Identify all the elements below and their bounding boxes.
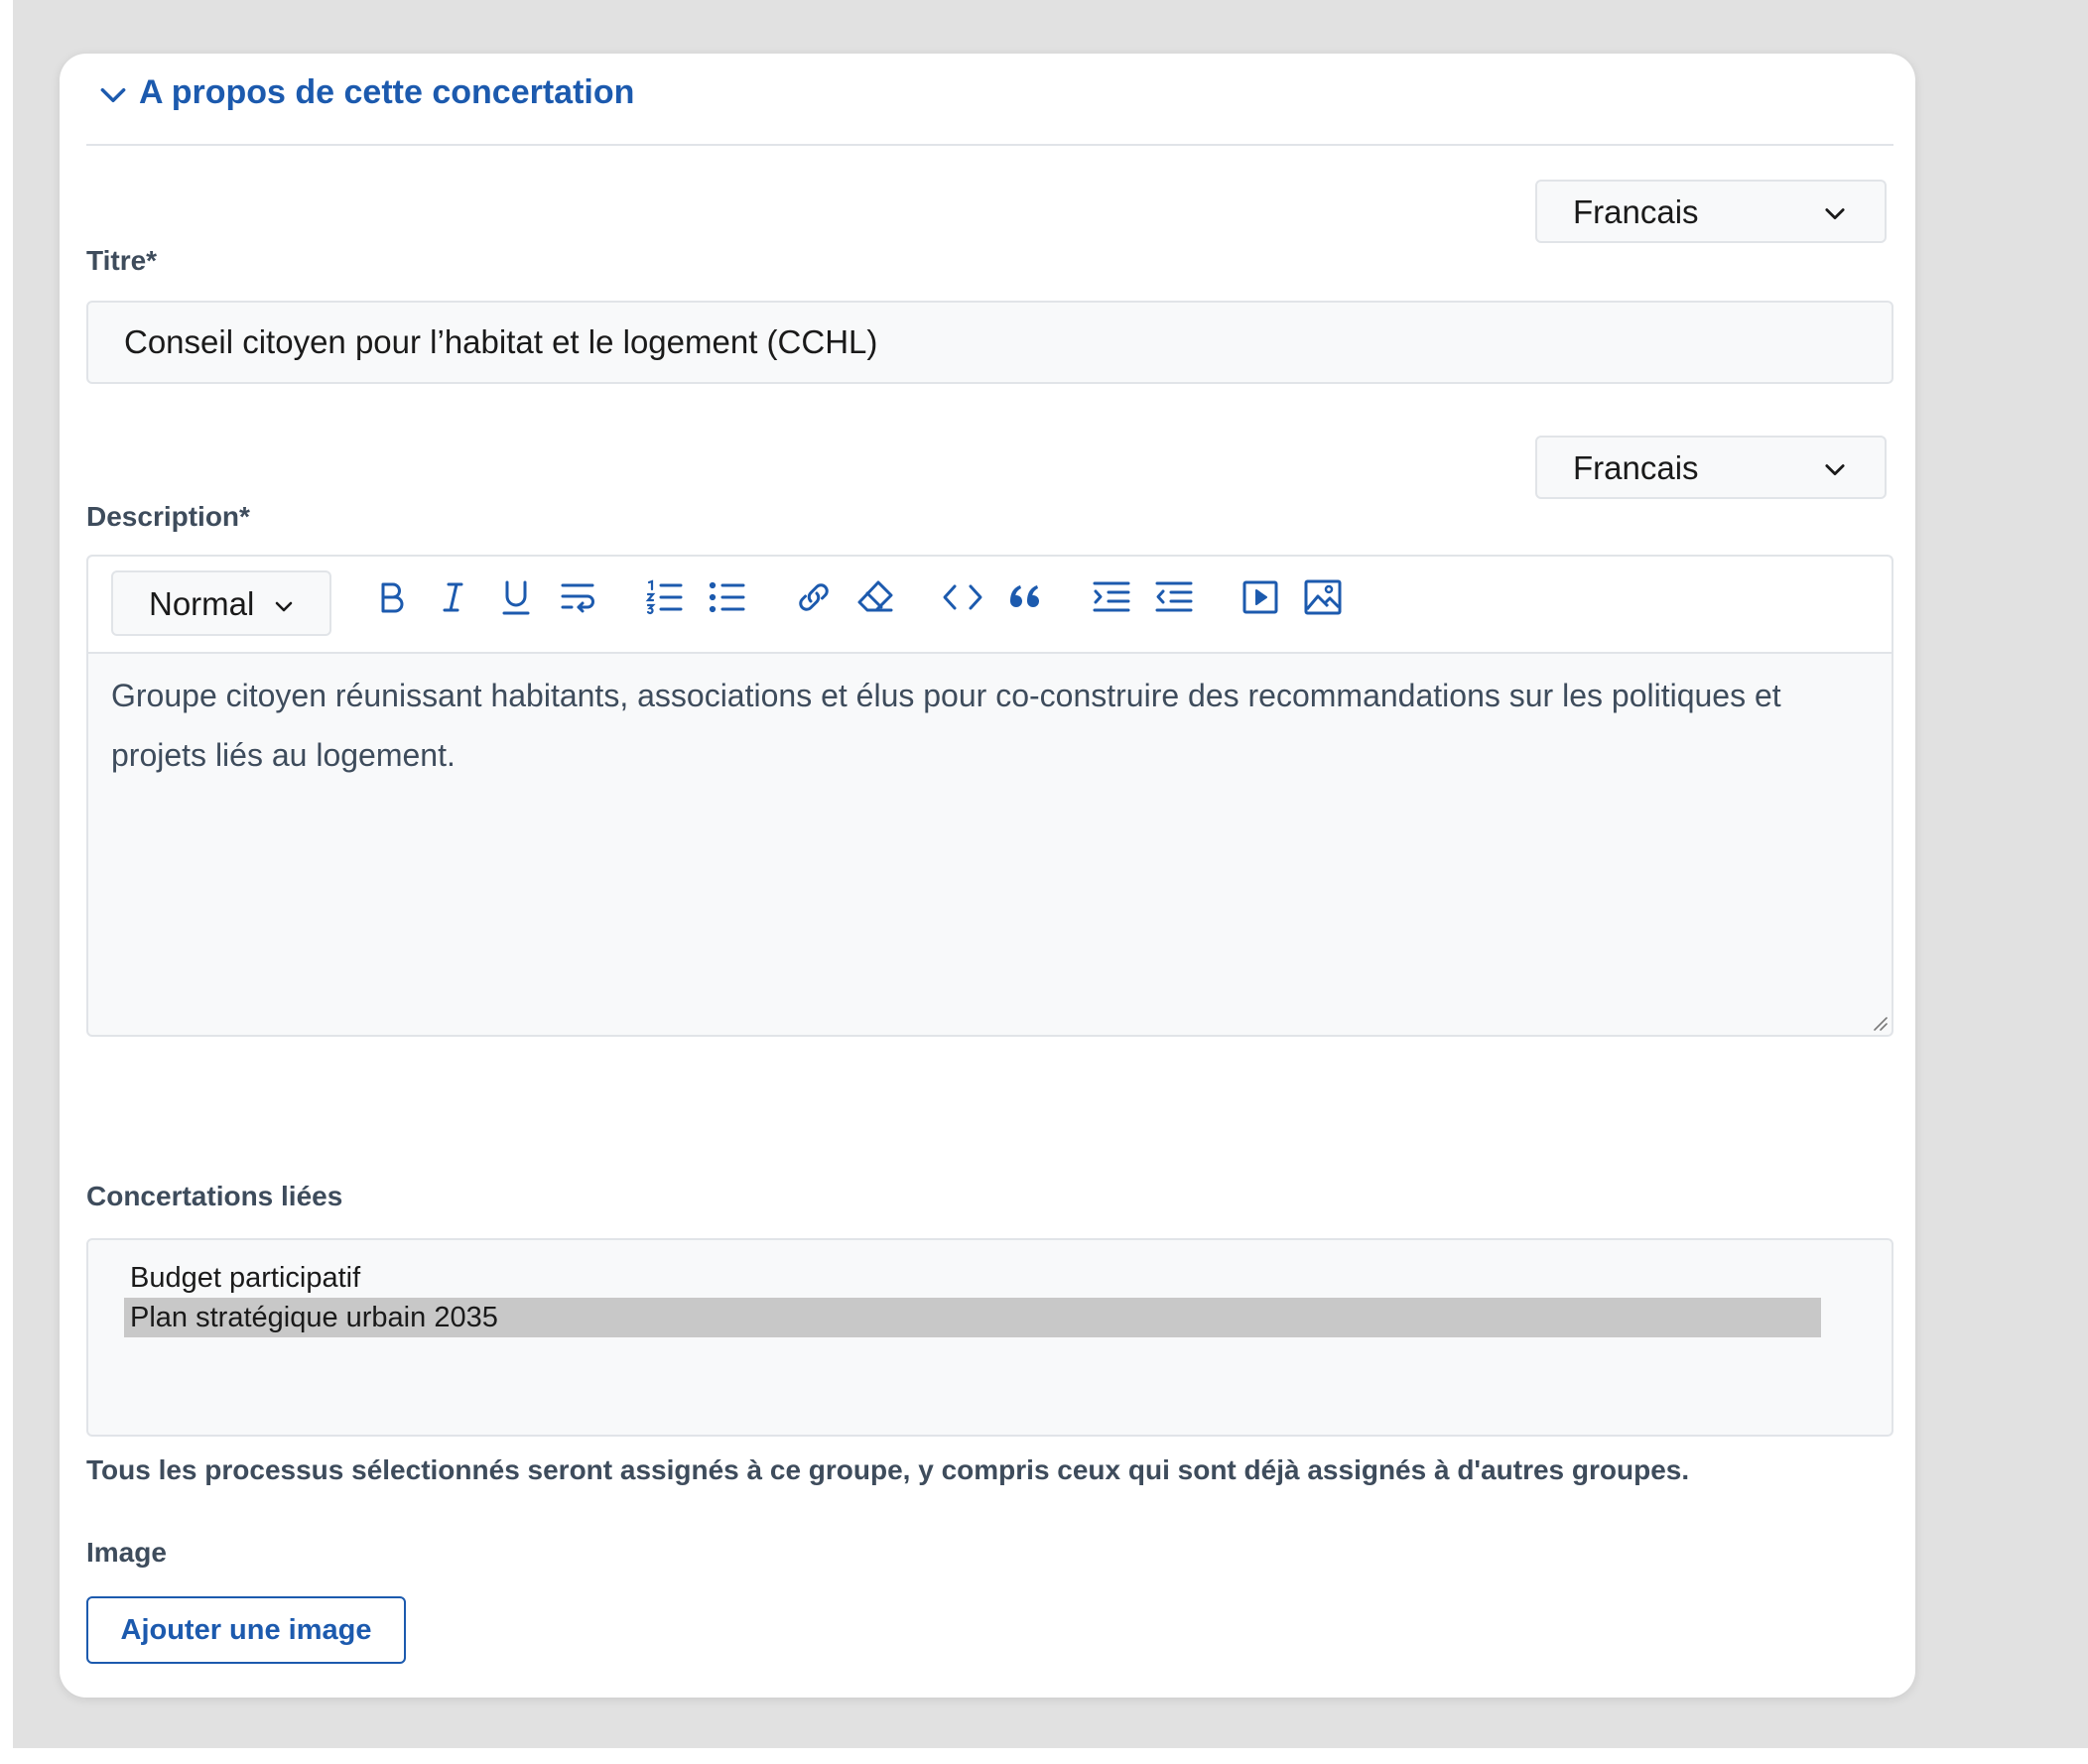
- clear-format-button[interactable]: [850, 572, 900, 622]
- format-select[interactable]: Normal: [111, 570, 331, 636]
- chevron-down-icon: [1825, 464, 1845, 476]
- linked-concertations-listbox[interactable]: Budget participatif Plan stratégique urb…: [86, 1238, 1893, 1437]
- wrap-text-button[interactable]: [553, 572, 602, 622]
- chevron-down-icon: [1825, 208, 1845, 220]
- video-button[interactable]: [1236, 572, 1285, 622]
- description-language-value: Francais: [1573, 449, 1699, 486]
- description-label: Description*: [86, 501, 250, 532]
- linked-help-text: Tous les processus sélectionnés seront a…: [86, 1454, 1690, 1485]
- outdent-button[interactable]: [1149, 572, 1199, 622]
- link-icon: [799, 583, 829, 611]
- indent-button[interactable]: [1087, 572, 1136, 622]
- italic-icon: [443, 582, 463, 612]
- italic-button[interactable]: [429, 572, 478, 622]
- title-language-value: Francais: [1573, 193, 1699, 230]
- outdent-icon: [1155, 581, 1193, 612]
- description-editor: Normal Groupe citoyen réunissant habitan…: [86, 555, 1893, 1037]
- title-input[interactable]: [86, 301, 1893, 384]
- code-icon: [943, 584, 982, 610]
- ordered-list-button[interactable]: [640, 572, 690, 622]
- image-button[interactable]: [1298, 572, 1348, 622]
- description-content[interactable]: Groupe citoyen réunissant habitants, ass…: [111, 666, 1858, 785]
- chevron-down-icon: [275, 601, 293, 612]
- image-icon: [1304, 579, 1342, 615]
- format-select-value: Normal: [149, 585, 255, 622]
- code-button[interactable]: [938, 572, 987, 622]
- description-language-select[interactable]: Francais: [1535, 436, 1887, 499]
- ordered-list-icon: [645, 579, 683, 615]
- image-label: Image: [86, 1537, 167, 1568]
- quote-icon: [1010, 585, 1039, 607]
- underline-button[interactable]: [491, 572, 541, 622]
- bold-icon: [381, 582, 404, 613]
- section-title[interactable]: A propos de cette concertation: [139, 71, 634, 113]
- bullet-list-icon: [709, 581, 745, 613]
- link-button[interactable]: [789, 572, 839, 622]
- header-divider: [86, 144, 1893, 146]
- quote-button[interactable]: [1000, 572, 1050, 622]
- title-label: Titre*: [86, 245, 158, 276]
- linked-label: Concertations liées: [86, 1181, 343, 1211]
- wrap-text-icon: [561, 583, 594, 613]
- indent-icon: [1093, 581, 1130, 612]
- resize-handle-icon[interactable]: [1870, 1013, 1890, 1033]
- add-image-button[interactable]: Ajouter une image: [86, 1596, 406, 1664]
- list-item[interactable]: Plan stratégique urbain 2035: [124, 1298, 1821, 1337]
- title-language-select[interactable]: Francais: [1535, 180, 1887, 243]
- video-icon: [1242, 580, 1278, 614]
- chevron-down-icon[interactable]: [97, 79, 129, 111]
- concertation-card: A propos de cette concertation Francais …: [60, 54, 1915, 1698]
- list-item[interactable]: Budget participatif: [124, 1258, 1821, 1298]
- eraser-icon: [857, 580, 893, 612]
- editor-toolbar: Normal: [88, 557, 1892, 654]
- section-header[interactable]: A propos de cette concertation: [60, 54, 1915, 145]
- bullet-list-button[interactable]: [703, 572, 752, 622]
- bold-button[interactable]: [366, 572, 416, 622]
- underline-icon: [502, 580, 530, 615]
